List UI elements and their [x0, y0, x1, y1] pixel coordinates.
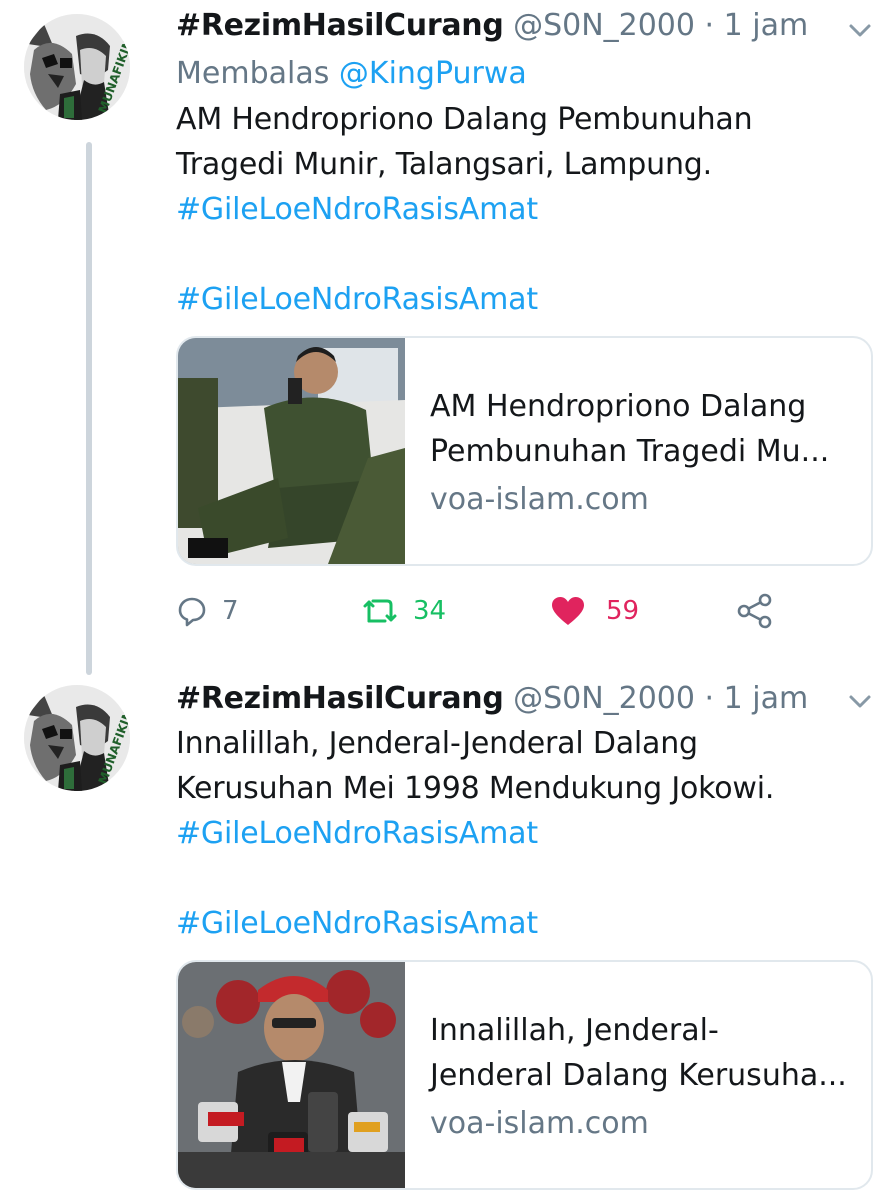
tweet-header: #RezimHasilCurang @S0N_2000 · 1 jam [176, 677, 854, 727]
thread-line [86, 142, 92, 675]
card-title: AM Hendropriono Dalang Pembunuhan Traged… [430, 384, 860, 474]
reply-icon [176, 595, 208, 627]
hashtag-link[interactable]: #GileLoeNdroRasisAmat [176, 187, 856, 232]
link-card[interactable]: Innalillah, Jenderal- Jenderal Dalang Ke… [176, 960, 873, 1190]
separator: · [704, 8, 715, 43]
hashtag-link[interactable]: #GileLoeNdroRasisAmat [176, 901, 856, 946]
display-name[interactable]: #RezimHasilCurang [176, 681, 504, 716]
like-button[interactable]: 59 [550, 586, 639, 636]
hashtag-link[interactable]: #GileLoeNdroRasisAmat [176, 811, 856, 856]
chevron-down-icon[interactable] [846, 16, 874, 44]
handle[interactable]: @S0N_2000 [513, 8, 695, 43]
link-card[interactable]: AM Hendropriono Dalang Pembunuhan Traged… [176, 336, 873, 566]
card-domain: voa-islam.com [430, 482, 649, 517]
card-title: Innalillah, Jenderal- Jenderal Dalang Ke… [430, 1008, 860, 1098]
avatar-image: MUNAFIKIN [24, 14, 130, 120]
reply-context: Membalas @KingPurwa [176, 52, 527, 96]
reply-mention[interactable]: @KingPurwa [339, 56, 527, 91]
share-icon [736, 593, 774, 629]
card-title-line: Jenderal Dalang Kerusuha... [430, 1058, 847, 1093]
card-title-line: Innalillah, Jenderal- [430, 1013, 719, 1048]
tweet-text-line: AM Hendropriono Dalang Pembunuhan [176, 102, 753, 137]
tweet-text: AM Hendropriono Dalang Pembunuhan Traged… [176, 97, 856, 322]
reply-button[interactable]: 7 [176, 586, 239, 636]
tweet-text-line: Kerusuhan Mei 1998 Mendukung Jokowi. [176, 771, 775, 806]
tweet-text-line: Tragedi Munir, Talangsari, Lampung. [176, 147, 712, 182]
tweet-header: #RezimHasilCurang @S0N_2000 · 1 jam [176, 4, 854, 54]
hashtag-link[interactable]: #GileLoeNdroRasisAmat [176, 277, 856, 322]
tweet-1[interactable]: MUNAFIKIN #RezimHasilCurang @S0N_2000 · … [0, 0, 894, 675]
tweet-actions: 7 34 59 [176, 586, 876, 636]
retweet-button[interactable]: 34 [361, 586, 446, 636]
card-title-line: AM Hendropriono Dalang [430, 389, 807, 424]
like-count: 59 [606, 596, 640, 626]
display-name[interactable]: #RezimHasilCurang [176, 8, 504, 43]
chevron-down-icon[interactable] [846, 687, 874, 715]
retweet-icon [361, 595, 399, 627]
card-thumbnail [178, 962, 405, 1188]
avatar[interactable]: MUNAFIKIN [24, 685, 130, 791]
share-button[interactable] [736, 586, 774, 636]
avatar[interactable]: MUNAFIKIN [24, 14, 130, 120]
reply-count: 7 [222, 596, 239, 626]
card-thumbnail [178, 338, 405, 564]
avatar-image: MUNAFIKIN [24, 685, 130, 791]
tweet-text-line: Innalillah, Jenderal-Jenderal Dalang [176, 726, 698, 761]
handle[interactable]: @S0N_2000 [513, 681, 695, 716]
reply-prefix: Membalas [176, 56, 330, 91]
heart-icon [550, 595, 586, 627]
retweet-count: 34 [413, 596, 447, 626]
timestamp[interactable]: 1 jam [724, 681, 809, 716]
tweet-text: Innalillah, Jenderal-Jenderal Dalang Ker… [176, 721, 856, 946]
card-title-line: Pembunuhan Tragedi Mu... [430, 434, 830, 469]
card-domain: voa-islam.com [430, 1106, 649, 1141]
separator: · [704, 681, 715, 716]
timestamp[interactable]: 1 jam [724, 8, 809, 43]
